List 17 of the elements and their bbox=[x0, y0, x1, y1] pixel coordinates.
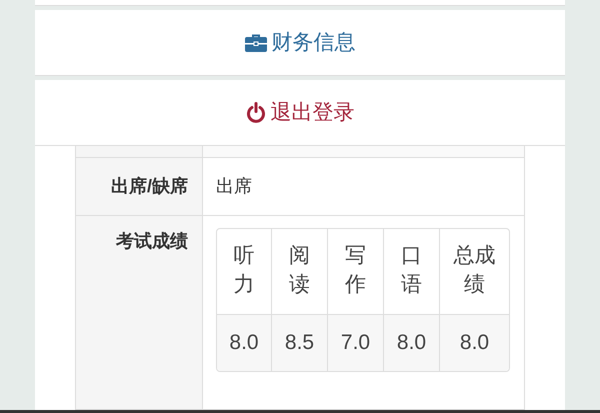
score-header: 总成绩 bbox=[454, 243, 496, 298]
score-header: 写作 bbox=[345, 243, 366, 298]
logout-menu-item[interactable]: 退出登录 bbox=[35, 80, 565, 146]
score-value: 8.5 bbox=[284, 330, 314, 356]
score-value: 7.0 bbox=[340, 330, 370, 356]
row-label: 出席/缺席 bbox=[110, 175, 188, 198]
score-value: 8.0 bbox=[229, 330, 259, 356]
score-value: 8.0 bbox=[396, 330, 426, 356]
row-label: 考试成绩 bbox=[116, 230, 188, 253]
row-value: 出席 bbox=[216, 175, 252, 198]
power-icon bbox=[246, 102, 266, 123]
briefcase-icon bbox=[244, 34, 266, 52]
score-value: 8.0 bbox=[460, 330, 490, 356]
score-header: 阅读 bbox=[289, 243, 310, 298]
finance-menu-item[interactable]: 财务信息 bbox=[35, 10, 565, 76]
score-header: 听力 bbox=[234, 243, 254, 298]
score-header: 口语 bbox=[401, 243, 422, 298]
